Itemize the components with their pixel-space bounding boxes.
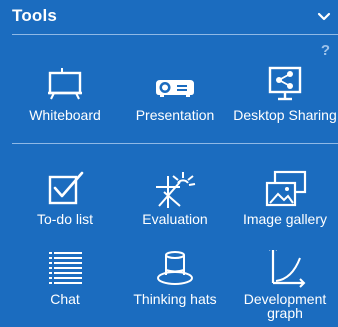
tool-label: Desktop Sharing — [233, 107, 337, 123]
top-hat-icon — [157, 251, 193, 285]
tool-desktop-sharing[interactable]: Desktop Sharing — [229, 66, 338, 132]
tool-label: To-do list — [36, 211, 94, 227]
checkbox-icon — [48, 171, 84, 205]
tool-label: Development graph — [243, 291, 327, 321]
tools-panel: Tools ? Whiteboard Presentation Desktop … — [0, 0, 338, 327]
divider — [12, 143, 338, 144]
tool-development-graph[interactable]: Development graph — [229, 250, 338, 320]
help-button[interactable]: ? — [321, 42, 330, 59]
chevron-down-icon[interactable] — [316, 10, 332, 24]
tool-label: Evaluation — [142, 211, 208, 227]
panel-header[interactable]: Tools — [0, 0, 338, 34]
tool-image-gallery[interactable]: Image gallery — [229, 170, 338, 236]
tool-chat[interactable]: Chat — [9, 250, 121, 316]
tool-label: Chat — [50, 291, 80, 307]
desktop-sharing-icon — [268, 66, 302, 101]
tool-whiteboard[interactable]: Whiteboard — [9, 66, 121, 132]
whiteboard-icon — [48, 68, 82, 100]
tool-label: Image gallery — [242, 211, 328, 227]
tool-todo-list[interactable]: To-do list — [9, 170, 121, 236]
tool-label: Presentation — [135, 107, 215, 123]
chat-lines-icon — [49, 252, 82, 284]
tool-thinking-hats[interactable]: Thinking hats — [119, 250, 231, 316]
tool-evaluation[interactable]: Evaluation — [119, 170, 231, 236]
tool-presentation[interactable]: Presentation — [119, 66, 231, 132]
tool-label: Whiteboard — [29, 107, 101, 123]
panel-title: Tools — [12, 6, 58, 25]
image-gallery-icon — [265, 170, 307, 207]
projector-icon — [156, 80, 194, 97]
evaluation-icon — [156, 172, 196, 208]
tool-label: Thinking hats — [133, 291, 217, 307]
growth-graph-icon — [269, 250, 306, 288]
divider — [12, 34, 338, 35]
